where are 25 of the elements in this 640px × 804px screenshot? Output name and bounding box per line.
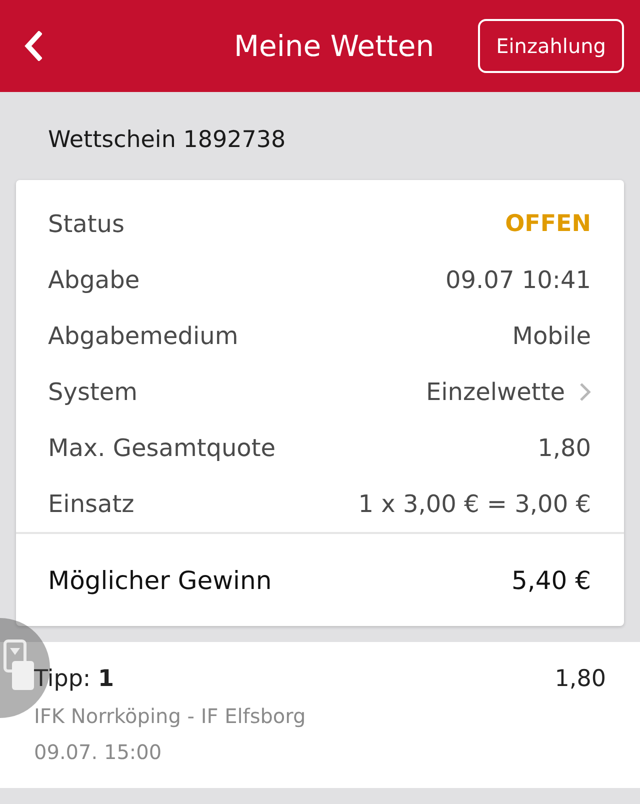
match-time: 09.07. 15:00: [34, 740, 162, 764]
deposit-button[interactable]: Einzahlung: [478, 19, 624, 73]
chevron-left-icon: [24, 31, 42, 61]
ticket-title: Wettschein 1892738: [48, 126, 286, 154]
detail-label: Max. Gesamtquote: [48, 434, 276, 462]
detail-value: Mobile: [512, 322, 591, 350]
total-value: 5,40 €: [511, 566, 591, 594]
chevron-right-icon: [579, 382, 591, 402]
detail-label: System: [48, 378, 138, 406]
odds-value: 1,80: [554, 666, 606, 692]
back-button[interactable]: [22, 29, 44, 63]
tip-text: Tipp: 1: [34, 666, 114, 692]
status-value: OFFEN: [505, 211, 591, 237]
detail-label: Status: [48, 210, 124, 238]
detail-label: Einsatz: [48, 490, 134, 518]
detail-value: 09.07 10:41: [446, 266, 591, 294]
page-title: Meine Wetten: [234, 29, 434, 63]
detail-value: 1 x 3,00 € = 3,00 €: [358, 490, 591, 518]
detail-label: Abgabe: [48, 266, 140, 294]
cards-icon: [3, 639, 35, 691]
total-label: Möglicher Gewinn: [48, 566, 272, 594]
match-name: IFK Norrköping - IF Elfsborg: [34, 704, 306, 728]
detail-value: 1,80: [538, 434, 591, 462]
system-link[interactable]: Einzelwette: [426, 378, 591, 406]
detail-label: Abgabemedium: [48, 322, 238, 350]
